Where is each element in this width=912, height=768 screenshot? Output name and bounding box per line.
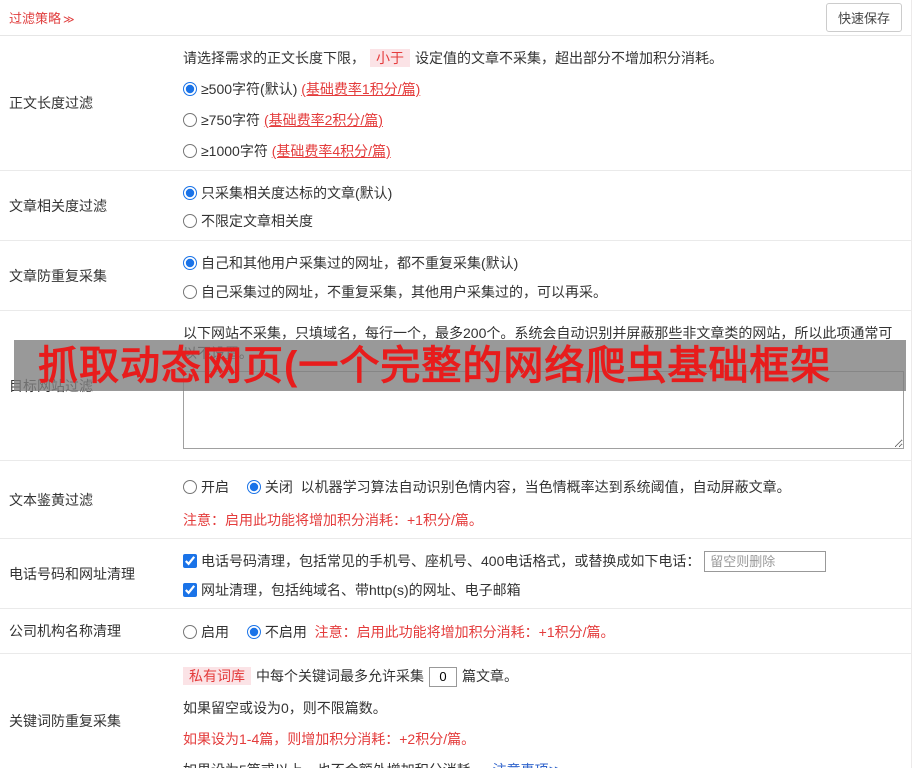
replacement-phone-input[interactable] [704, 551, 827, 572]
length-750-radio[interactable] [183, 113, 197, 127]
row-label: 文章防重复采集 [9, 267, 107, 284]
length-500-radio[interactable] [183, 82, 197, 96]
relevance-option-strict: 只采集相关度达标的文章(默认) [183, 183, 903, 203]
row-keyword-dedupe: 关键词防重复采集 私有词库中每个关键词最多允许采集篇文章。 如果留空或设为0，则… [0, 654, 911, 768]
chevron-down-icon: ≫ [63, 14, 75, 26]
row-content: 电话号码清理，包括常见的手机号、座机号、400电话格式，或替换成如下电话： 网址… [183, 539, 911, 608]
porn-desc: 以机器学习算法自动识别色情内容，当色情概率达到系统阈值，自动屏蔽文章。 [300, 479, 791, 495]
row-label: 电话号码和网址清理 [9, 565, 135, 582]
row-porn-filter: 文本鉴黄过滤 开启 关闭 以机器学习算法自动识别色情内容，当色情概率达到系统阈值… [0, 461, 911, 539]
length-option-750: ≥750字符 (基础费率2积分/篇) [183, 110, 903, 130]
keyword-count-input[interactable] [429, 666, 457, 687]
length-option-1000: ≥1000字符 (基础费率4积分/篇) [183, 141, 903, 161]
watermark-text: 抓取动态网页(一个完整的网络爬虫基础框架 [38, 343, 832, 388]
row-relevance-filter: 文章相关度过滤 只采集相关度达标的文章(默认) 不限定文章相关度 [0, 171, 911, 241]
row-phone-url-cleanup: 电话号码和网址清理 电话号码清理，包括常见的手机号、座机号、400电话格式，或替… [0, 539, 911, 609]
relevance-option-any: 不限定文章相关度 [183, 211, 903, 231]
url-cleanup-checkbox[interactable] [183, 583, 197, 597]
fee-label: (基础费率4积分/篇) [271, 143, 391, 159]
row-content: 私有词库中每个关键词最多允许采集篇文章。 如果留空或设为0，则不限篇数。 如果设… [183, 654, 911, 768]
relevance-any-radio[interactable] [183, 214, 197, 228]
row-content: 只采集相关度达标的文章(默认) 不限定文章相关度 [183, 171, 911, 240]
watermark-overlay: 抓取动态网页(一个完整的网络爬虫基础框架 [14, 340, 906, 391]
page-title-text: 过滤策略 [9, 11, 62, 26]
relevance-strict-radio[interactable] [183, 186, 197, 200]
header-bar: 过滤策略 ≫ 快速保存 [0, 0, 911, 36]
row-content: 请选择需求的正文长度下限， 小于 设定值的文章不采集，超出部分不增加积分消耗。 ≥5… [183, 36, 911, 170]
private-lexicon-badge: 私有词库 [183, 667, 251, 685]
porn-off-radio[interactable] [246, 480, 261, 494]
url-cleanup-line: 网址清理，包括纯域名、带http(s)的网址、电子邮箱 [183, 580, 903, 600]
length-intro: 请选择需求的正文长度下限， 小于 设定值的文章不采集，超出部分不增加积分消耗。 [183, 49, 723, 67]
company-disable-radio[interactable] [246, 625, 261, 639]
dedupe-option-self: 自己采集过的网址，不重复采集，其他用户采集过的，可以再采。 [183, 282, 903, 302]
row-dedupe-collect: 文章防重复采集 自己和其他用户采集过的网址，都不重复采集(默认) 自己采集过的网… [0, 241, 911, 311]
phone-cleanup-checkbox[interactable] [183, 554, 197, 568]
porn-options-line: 开启 关闭 以机器学习算法自动识别色情内容，当色情概率达到系统阈值，自动屏蔽文章… [183, 477, 903, 497]
fee-label: (基础费率2积分/篇) [263, 112, 383, 128]
row-label: 关键词防重复采集 [9, 712, 121, 729]
row-body-length-filter: 正文长度过滤 请选择需求的正文长度下限， 小于 设定值的文章不采集，超出部分不增加积… [0, 36, 911, 171]
row-label: 文本鉴黄过滤 [9, 491, 93, 508]
porn-note: 注意：启用此功能将增加积分消耗：+1积分/篇。 [183, 512, 483, 528]
row-content: 启用 不启用 注意：启用此功能将增加积分消耗：+1积分/篇。 [183, 609, 911, 653]
keyword-note-zero: 如果留空或设为0，则不限篇数。 [183, 699, 387, 716]
company-note: 注意：启用此功能将增加积分消耗：+1积分/篇。 [314, 624, 615, 640]
page-title[interactable]: 过滤策略 ≫ [9, 8, 75, 27]
dedupe-all-users-radio[interactable] [183, 256, 197, 270]
row-content: 自己和其他用户采集过的网址，都不重复采集(默认) 自己采集过的网址，不重复采集，… [183, 241, 911, 310]
length-1000-radio[interactable] [183, 144, 197, 158]
row-label: 正文长度过滤 [9, 95, 93, 111]
company-options-line: 启用 不启用 注意：启用此功能将增加积分消耗：+1积分/篇。 [183, 622, 903, 642]
row-company-name-cleanup: 公司机构名称清理 启用 不启用 注意：启用此功能将增加积分消耗：+1积分/篇。 [0, 609, 911, 654]
row-label: 文章相关度过滤 [9, 197, 107, 214]
phone-cleanup-line: 电话号码清理，包括常见的手机号、座机号、400电话格式，或替换成如下电话： [183, 551, 903, 572]
row-label: 公司机构名称清理 [9, 623, 121, 639]
filter-strategy-page: 过滤策略 ≫ 快速保存 正文长度过滤 请选择需求的正文长度下限， 小于 设定值的文章不… [0, 0, 912, 768]
dedupe-option-all: 自己和其他用户采集过的网址，都不重复采集(默认) [183, 253, 903, 273]
length-option-500: ≥500字符(默认) (基础费率1积分/篇) [183, 79, 903, 99]
keyword-note-five: 如果设为5篇或以上，也不会额外增加积分消耗。 注意事项≫ [183, 760, 903, 768]
keyword-note-fee: 如果设为1-4篇，则增加积分消耗：+2积分/篇。 [183, 730, 476, 747]
dedupe-self-only-radio[interactable] [183, 285, 197, 299]
company-enable-radio[interactable] [183, 625, 197, 639]
porn-on-radio[interactable] [183, 480, 197, 494]
less-than-badge: 小于 [370, 49, 410, 67]
row-content: 开启 关闭 以机器学习算法自动识别色情内容，当色情概率达到系统阈值，自动屏蔽文章… [183, 461, 911, 538]
notes-link[interactable]: 注意事项≫ [493, 762, 564, 768]
keyword-limit-line: 私有词库中每个关键词最多允许采集篇文章。 [183, 666, 903, 687]
fee-label: (基础费率1积分/篇) [301, 81, 421, 97]
quick-save-button[interactable]: 快速保存 [825, 3, 902, 32]
